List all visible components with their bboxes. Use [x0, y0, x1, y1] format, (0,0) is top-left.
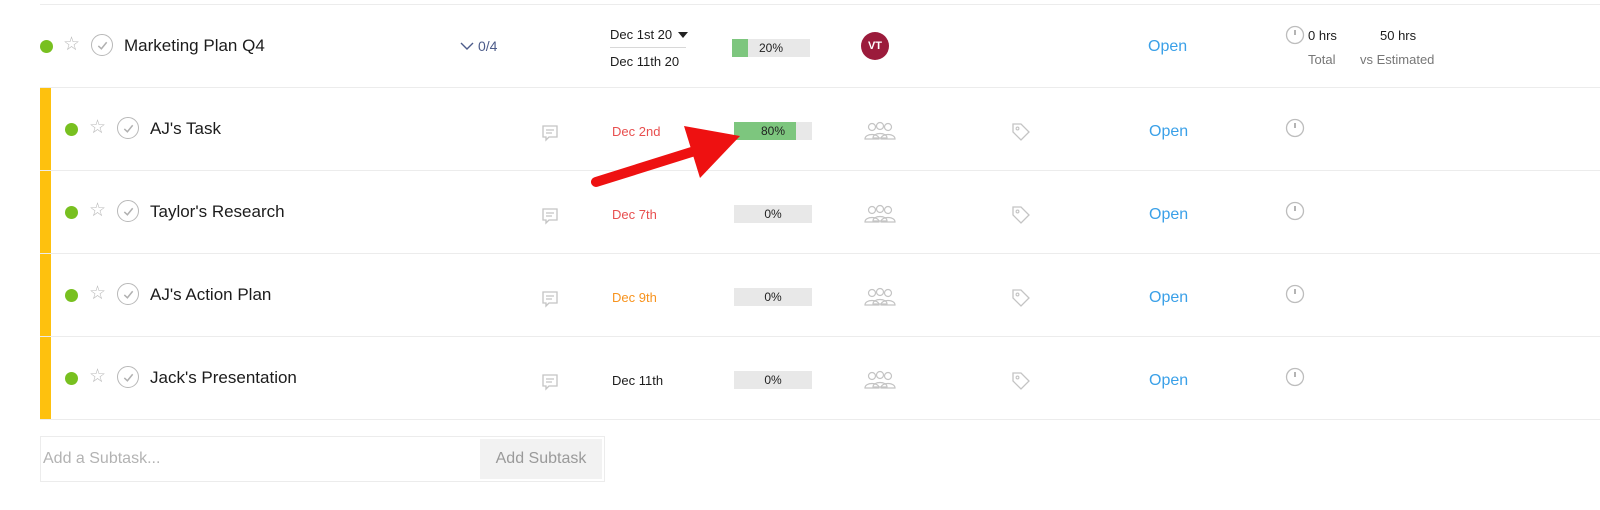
clock-icon[interactable] — [1285, 201, 1305, 221]
status-dot — [65, 206, 78, 219]
progress-label: 20% — [758, 41, 784, 55]
subtask-row[interactable]: ☆ Jack's Presentation Dec 11th 0% Open — [40, 337, 1600, 420]
status-open[interactable]: Open — [1149, 289, 1188, 307]
star-icon[interactable]: ☆ — [89, 201, 106, 220]
parent-task-row[interactable]: ☆ Marketing Plan Q4 0/4 Dec 1st 20 Dec 1… — [40, 5, 1600, 88]
status-open[interactable]: Open — [1149, 123, 1188, 141]
star-icon[interactable]: ☆ — [63, 35, 80, 54]
subtask-row[interactable]: ☆ Taylor's Research Dec 7th 0% Open — [40, 171, 1600, 254]
add-subtask-form: Add Subtask — [40, 436, 605, 482]
subtask-row[interactable]: ☆ AJ's Task Dec 2nd 80% Open — [40, 88, 1600, 171]
status-open[interactable]: Open — [1149, 206, 1188, 224]
status-dot — [65, 289, 78, 302]
progress-label: 0% — [764, 373, 782, 387]
clock-icon[interactable] — [1285, 284, 1305, 304]
add-subtask-button[interactable]: Add Subtask — [480, 439, 602, 479]
time-estimated-label: vs Estimated — [1360, 52, 1435, 67]
subtask-accent-bar — [40, 88, 51, 170]
due-date[interactable]: Dec 9th — [612, 290, 657, 305]
due-date[interactable]: Dec 2nd — [612, 124, 660, 139]
comment-icon[interactable] — [540, 372, 560, 392]
subtask-title[interactable]: AJ's Action Plan — [150, 285, 271, 305]
comment-icon[interactable] — [540, 206, 560, 226]
status-dot — [40, 40, 53, 53]
tag-icon[interactable] — [1010, 370, 1032, 392]
time-estimated: 50 hrs — [1380, 28, 1417, 43]
star-icon[interactable]: ☆ — [89, 367, 106, 386]
subtask-accent-bar — [40, 171, 51, 253]
subtask-title[interactable]: Jack's Presentation — [150, 368, 297, 388]
add-subtask-input[interactable] — [41, 437, 478, 481]
star-icon[interactable]: ☆ — [89, 118, 106, 137]
team-icon[interactable] — [863, 286, 897, 308]
caret-down-icon[interactable] — [678, 31, 689, 38]
comment-icon[interactable] — [540, 123, 560, 143]
progress-bar[interactable]: 80% — [734, 122, 812, 140]
check-circle-icon[interactable] — [91, 34, 113, 56]
progress-bar[interactable]: 0% — [734, 371, 812, 389]
status-open[interactable]: Open — [1148, 38, 1187, 56]
avatar[interactable]: VT — [861, 32, 889, 60]
subtask-title[interactable]: AJ's Task — [150, 119, 221, 139]
subtask-count-toggle[interactable]: 0/4 — [460, 38, 497, 54]
date-range[interactable]: Dec 1st 20 Dec 11th 20 — [610, 27, 689, 69]
clock-icon[interactable] — [1285, 367, 1305, 387]
team-icon[interactable] — [863, 120, 897, 142]
task-title[interactable]: Marketing Plan Q4 — [124, 36, 265, 56]
end-date: Dec 11th 20 — [610, 54, 680, 69]
clock-icon[interactable] — [1285, 25, 1305, 45]
progress-label: 80% — [760, 124, 786, 138]
tag-icon[interactable] — [1010, 287, 1032, 309]
due-date[interactable]: Dec 7th — [612, 207, 657, 222]
check-circle-icon[interactable] — [117, 200, 139, 222]
due-date[interactable]: Dec 11th — [612, 373, 663, 388]
team-icon[interactable] — [863, 203, 897, 225]
time-total: 0 hrs — [1308, 28, 1337, 43]
time-total-label: Total — [1308, 52, 1336, 67]
check-circle-icon[interactable] — [117, 283, 139, 305]
status-dot — [65, 123, 78, 136]
team-icon[interactable] — [863, 369, 897, 391]
subtask-accent-bar — [40, 254, 51, 336]
status-dot — [65, 372, 78, 385]
check-circle-icon[interactable] — [117, 366, 139, 388]
start-date: Dec 1st 20 — [610, 27, 673, 42]
subtask-accent-bar — [40, 337, 51, 419]
star-icon[interactable]: ☆ — [89, 284, 106, 303]
chevron-down-icon — [460, 42, 474, 50]
clock-icon[interactable] — [1285, 118, 1305, 138]
subtask-row[interactable]: ☆ AJ's Action Plan Dec 9th 0% Open — [40, 254, 1600, 337]
comment-icon[interactable] — [540, 289, 560, 309]
tag-icon[interactable] — [1010, 121, 1032, 143]
progress-label: 0% — [764, 290, 782, 304]
progress-label: 0% — [764, 207, 782, 221]
subtask-title[interactable]: Taylor's Research — [150, 202, 285, 222]
status-open[interactable]: Open — [1149, 372, 1188, 390]
progress-bar[interactable]: 20% — [732, 39, 810, 57]
subtask-count: 0/4 — [478, 38, 498, 54]
progress-bar[interactable]: 0% — [734, 288, 812, 306]
progress-bar[interactable]: 0% — [734, 205, 812, 223]
check-circle-icon[interactable] — [117, 117, 139, 139]
tag-icon[interactable] — [1010, 204, 1032, 226]
